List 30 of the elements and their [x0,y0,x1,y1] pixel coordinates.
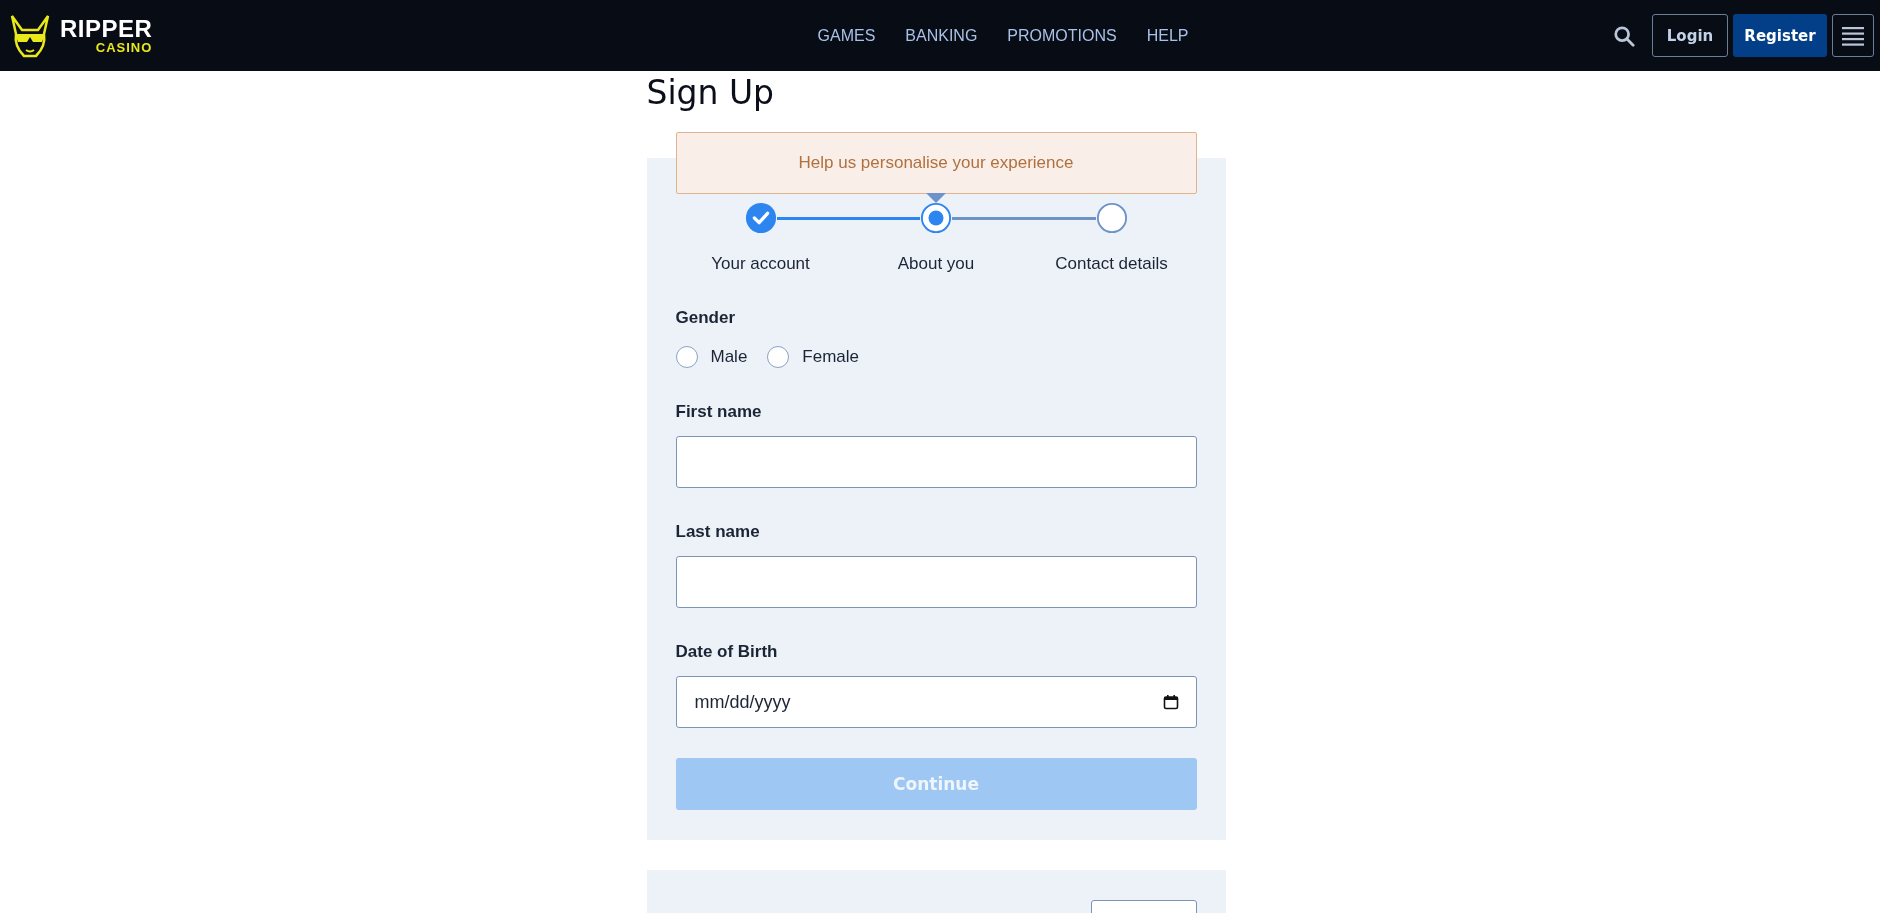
radio-label[interactable]: Male [710,347,748,367]
logo-wordmark: RIPPER [60,17,153,41]
nav-link[interactable]: GAMES [817,26,876,45]
radio-label[interactable]: Female [802,347,860,367]
nav-link[interactable]: PROMOTIONS [1007,26,1117,45]
field-label: First name [675,402,763,422]
field-label: Last name [675,522,761,542]
menu-icon [1842,25,1864,46]
menu-button[interactable] [1832,14,1874,57]
logo[interactable]: RIPPER CASINO [6,11,566,60]
step-label: Contact details [1054,254,1169,274]
register-button[interactable]: Register [1733,14,1827,57]
step-label: About you [896,254,976,274]
field-label: Date of Birth [675,642,779,662]
input-field[interactable] [675,556,1197,608]
date-field[interactable]: mm/dd/yyyy [675,676,1197,728]
tooltip-text: Help us personalise your experience [798,153,1074,173]
radio-button[interactable] [675,346,698,368]
radio-button[interactable] [767,346,790,368]
nav-link[interactable]: BANKING [905,26,978,45]
step-label: Your account [710,254,811,274]
search-icon[interactable] [1613,24,1635,47]
calendar-icon[interactable] [1162,694,1179,710]
page-title: Sign Up [646,73,776,113]
logo-subtitle: CASINO [95,41,153,54]
nav-link[interactable]: HELP [1146,26,1189,45]
tooltip-arrow-icon [926,193,946,203]
input-field[interactable] [675,436,1197,488]
field-label: Gender [675,308,737,328]
login-button[interactable]: Login [1652,14,1728,57]
